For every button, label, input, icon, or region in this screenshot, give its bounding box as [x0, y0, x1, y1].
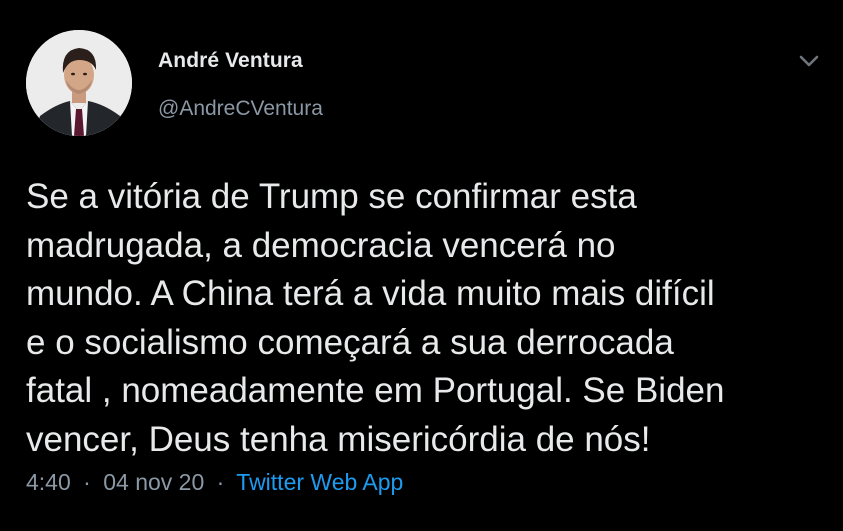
tweet-meta: 4:40 · 04 nov 20 · Twitter Web App: [26, 469, 403, 496]
tweet-text-line: e o socialismo começará a sua derrocada: [26, 322, 674, 362]
author-display-name[interactable]: André Ventura: [158, 49, 303, 73]
chevron-down-icon: [799, 55, 819, 67]
meta-separator: ·: [83, 469, 91, 495]
meta-separator: ·: [216, 469, 225, 495]
more-menu-button[interactable]: [794, 48, 824, 74]
profile-photo: [26, 30, 132, 136]
tweet-date[interactable]: 04 nov 20: [103, 469, 204, 495]
tweet-text-line: Se a vitória de Trump se confirmar esta: [26, 177, 637, 216]
tweet-text-line: vencer, Deus tenha misericórdia de nós!: [26, 419, 651, 459]
tweet-text-line: mundo. A China terá a vida muito mais di…: [26, 274, 715, 313]
tweet-text-line: fatal , nomeadamente em Portugal. Se Bid…: [26, 371, 725, 410]
tweet-text: Se a vitória de Trump se confirmar esta …: [26, 173, 826, 464]
tweet-text-line: madrugada, a democracia vencerá no: [26, 225, 616, 265]
avatar[interactable]: [26, 30, 132, 136]
author-handle[interactable]: @AndreCVentura: [158, 97, 323, 121]
tweet-source-link[interactable]: Twitter Web App: [236, 469, 403, 495]
tweet-time[interactable]: 4:40: [26, 469, 71, 495]
tweet-card: André Ventura @AndreCVentura Se a vitóri…: [0, 0, 843, 531]
